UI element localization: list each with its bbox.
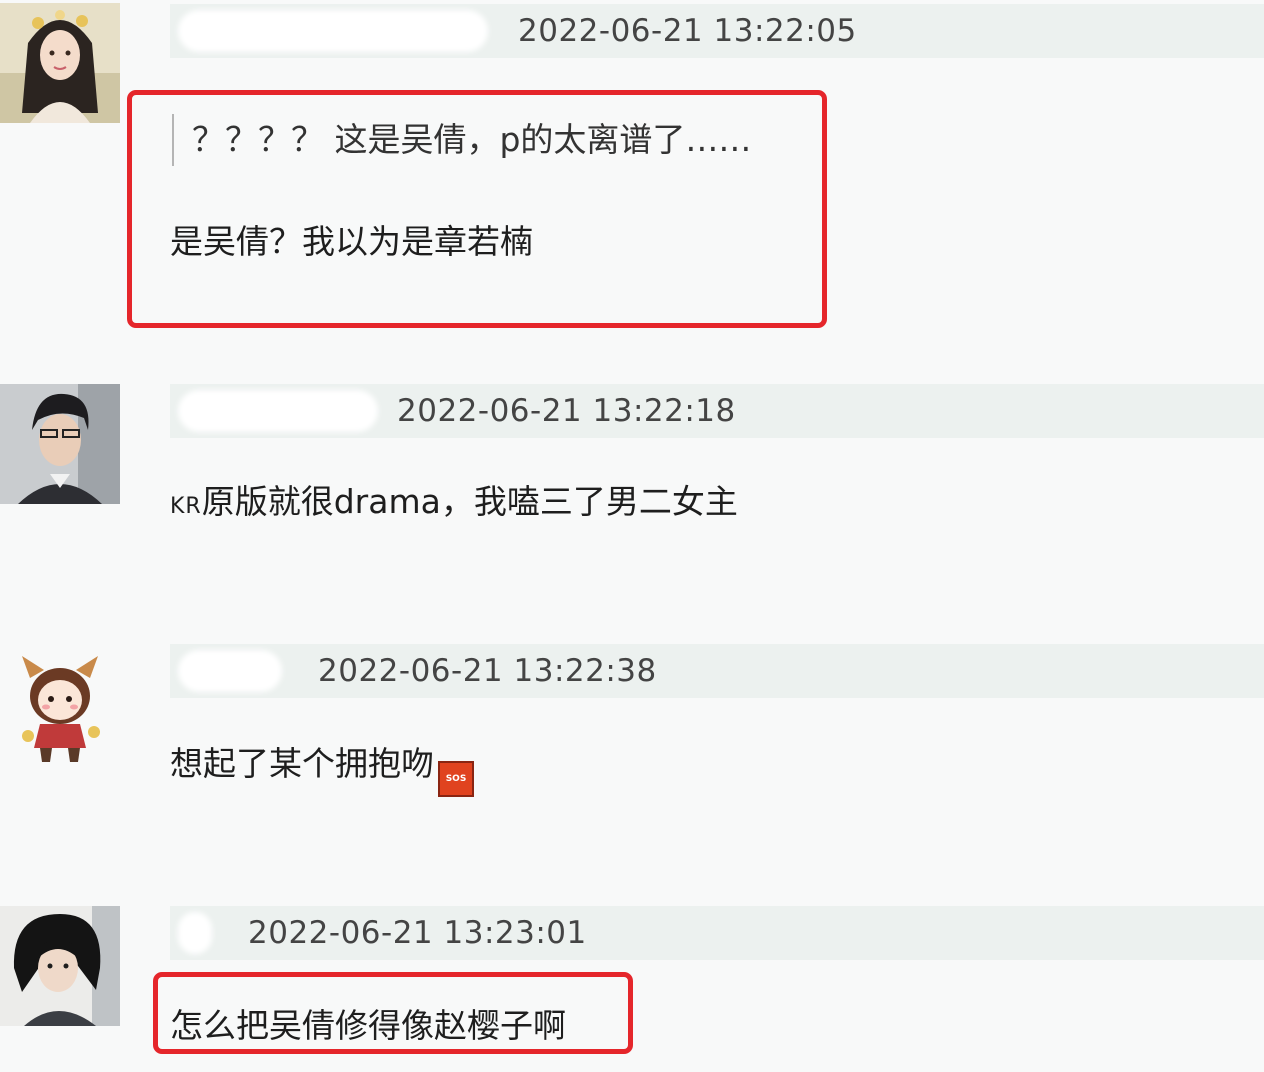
username-redacted [178,650,282,692]
user-avatar[interactable] [0,3,120,123]
user-avatar[interactable] [0,384,120,504]
highlight-box [127,90,827,328]
comment-item: 2022-06-21 13:22:05 ？？？？ 这是吴倩，p的太离谱了…… 是… [0,0,1264,380]
comment-text-body: 原版就很drama，我嗑三了男二女主 [201,482,738,521]
comment-timestamp: 2022-06-21 13:23:01 [248,915,587,951]
username-redacted [178,10,488,52]
comment-item: 2022-06-21 13:22:38 想起了某个拥抱吻 SOS [0,640,1264,902]
user-avatar[interactable] [0,906,120,1026]
comment-item: 2022-06-21 13:23:01 怎么把吴倩修得像赵樱子啊 [0,902,1264,1072]
avatar-image [0,906,120,1026]
avatar-image [0,3,120,123]
avatar-image [0,644,120,764]
comment-text: KR原版就很drama，我嗑三了男二女主 [170,482,738,527]
comment-text-body: 想起了某个拥抱吻 [170,744,434,783]
comment-meta-bar: 2022-06-21 13:22:38 [170,644,1264,698]
comment-item: 2022-06-21 13:22:18 KR原版就很drama，我嗑三了男二女主 [0,380,1264,640]
comment-timestamp: 2022-06-21 13:22:38 [318,653,657,689]
username-redacted [178,912,212,954]
highlight-box [153,972,633,1054]
username-redacted [178,390,378,432]
comment-text: 想起了某个拥抱吻 SOS [170,744,474,797]
user-avatar[interactable] [0,644,120,764]
comment-meta-bar: 2022-06-21 13:22:05 [170,4,1264,58]
comment-timestamp: 2022-06-21 13:22:05 [518,13,857,49]
avatar-image [0,384,120,504]
comment-prefix: KR [170,494,202,519]
comment-meta-bar: 2022-06-21 13:23:01 [170,906,1264,960]
sos-emoji-icon: SOS [438,761,474,797]
comment-timestamp: 2022-06-21 13:22:18 [397,393,736,429]
comment-meta-bar: 2022-06-21 13:22:18 [170,384,1264,438]
